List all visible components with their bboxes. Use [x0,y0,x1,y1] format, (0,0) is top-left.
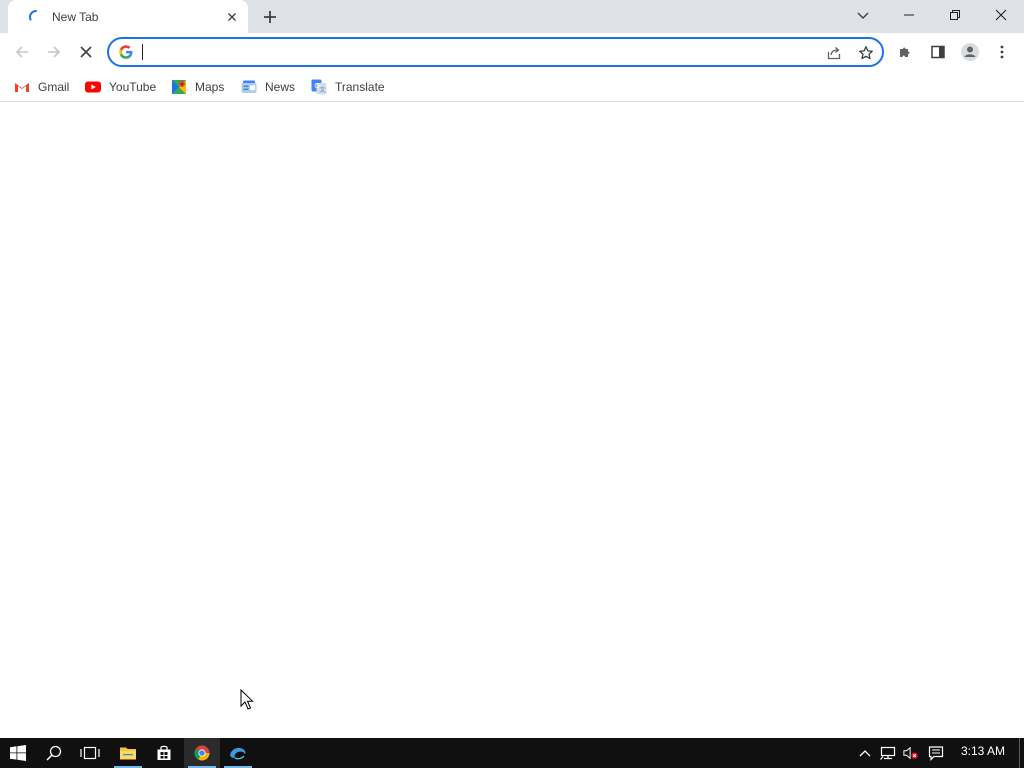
chrome-icon [194,745,210,761]
bookmark-label: Gmail [38,80,70,94]
chrome-taskbar-button[interactable] [184,738,220,768]
profile-button[interactable] [956,38,984,66]
action-center-button[interactable] [928,745,944,761]
minimize-icon [904,14,914,16]
network-icon [880,746,896,760]
edge-icon [230,747,246,760]
arrow-left-icon [15,46,28,58]
share-button[interactable] [825,44,843,62]
bookmark-gmail[interactable]: Gmail [14,76,69,98]
folder-icon [120,747,136,760]
bookmark-label: Maps [195,80,225,94]
new-tab-icon[interactable] [258,5,282,29]
back-button[interactable] [8,38,36,66]
gmail-icon [15,83,29,92]
show-desktop-button[interactable] [1019,738,1020,768]
omnibox-input[interactable] [142,42,802,62]
extensions-button[interactable] [892,38,920,66]
tab-search-button[interactable] [840,0,886,30]
translate-icon: G 文 [311,79,327,95]
puzzle-piece-icon [900,47,910,57]
file-explorer-button[interactable] [110,738,146,768]
svg-text:文: 文 [320,86,326,94]
bookmark-label: Translate [335,80,385,94]
browser-toolbar [0,33,1024,71]
mouse-cursor-icon [240,689,254,710]
stop-loading-button[interactable] [72,38,100,66]
edge-taskbar-button[interactable] [220,738,256,768]
search-button[interactable] [36,738,72,768]
maps-icon [172,80,186,94]
close-window-button[interactable] [978,0,1024,30]
google-g-icon [119,45,133,59]
side-panel-icon [931,45,945,59]
tab-new-tab[interactable]: New Tab [8,0,248,33]
task-view-button[interactable] [72,738,108,768]
share-icon [827,47,841,60]
show-hidden-icons-button[interactable] [857,745,873,761]
tab-strip: New Tab [0,0,1024,33]
taskbar-clock[interactable]: 3:13 AM [952,744,1014,758]
speaker-muted-icon [903,746,918,760]
page-content [0,103,1024,738]
chevron-down-icon [857,12,869,19]
store-button[interactable] [146,738,182,768]
loading-spinner-icon [29,10,37,21]
stop-x-icon [80,46,92,58]
arrow-right-icon [48,46,61,58]
windows-taskbar: 3:13 AM [0,738,1024,768]
more-vertical-icon [1000,45,1004,59]
bookmark-label: YouTube [109,80,157,94]
restore-icon [950,10,960,20]
text-caret [142,44,143,60]
chevron-up-icon [859,750,871,757]
volume-tray-button[interactable] [903,745,919,761]
start-button[interactable] [0,738,36,768]
chrome-menu-button[interactable] [988,38,1016,66]
address-bar[interactable] [107,37,884,67]
tab-title: New Tab [52,10,99,24]
news-icon [241,80,257,93]
bookmark-star-button[interactable] [857,44,875,62]
bookmark-news[interactable]: News [241,76,295,98]
search-icon [46,745,62,761]
minimize-button[interactable] [886,0,932,30]
side-panel-button[interactable] [924,38,952,66]
close-icon [995,9,1007,21]
network-tray-button[interactable] [880,745,896,761]
bookmark-label: News [265,80,296,94]
restore-button[interactable] [932,0,978,30]
notification-icon [928,746,944,761]
bookmark-translate[interactable]: G 文 Translate [311,76,385,98]
task-view-icon [80,746,100,760]
forward-button[interactable] [40,38,68,66]
shopping-bag-icon [157,745,171,760]
star-icon [859,46,873,60]
tab-close-icon[interactable] [224,9,240,25]
avatar-icon [961,43,979,61]
bookmark-youtube[interactable]: YouTube [85,76,156,98]
youtube-icon [85,81,101,93]
bookmarks-bar: Gmail YouTube Maps News G 文 Translate [0,71,1024,102]
windows-logo-icon [10,745,26,761]
bookmark-maps[interactable]: Maps [171,76,224,98]
